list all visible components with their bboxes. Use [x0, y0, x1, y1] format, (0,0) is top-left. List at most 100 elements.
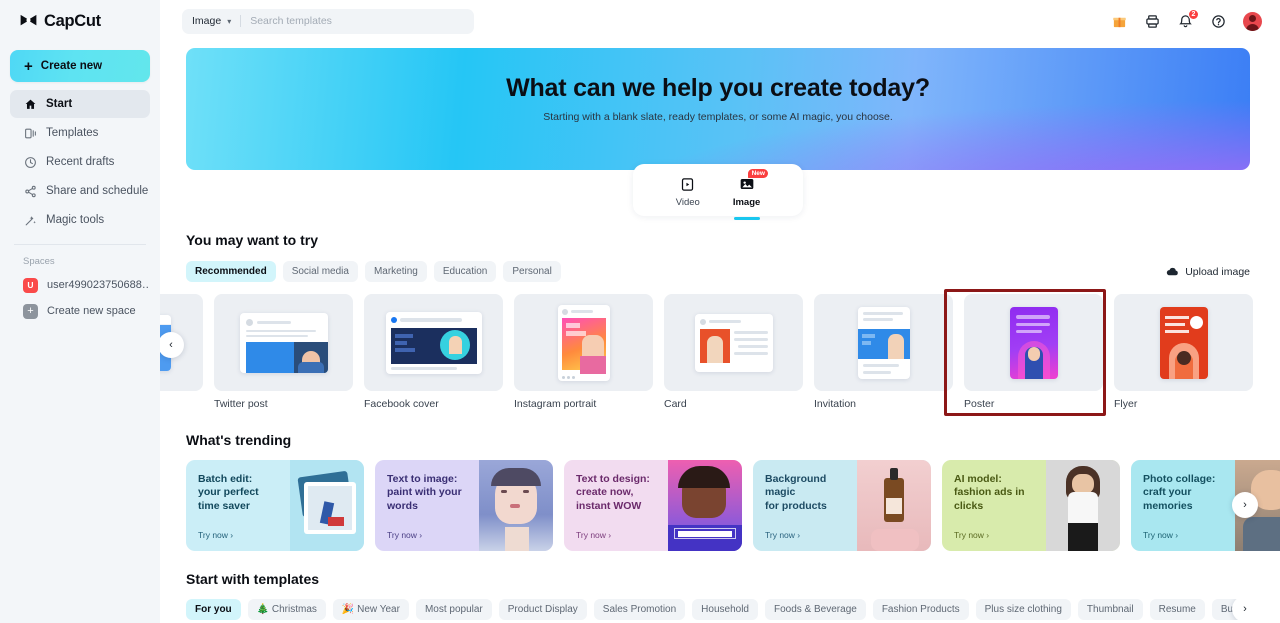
sidebar-item-start[interactable]: Start: [10, 90, 150, 118]
chip-personal[interactable]: Personal: [503, 261, 561, 282]
section-title: Start with templates: [186, 571, 320, 587]
chip-thumbnail[interactable]: Thumbnail: [1077, 599, 1143, 620]
brand-logo-area[interactable]: CapCut: [10, 0, 150, 42]
chip-most-popular[interactable]: Most popular: [415, 599, 492, 620]
main-content: Image ▾ Search templates 2 What can we h…: [160, 0, 1280, 623]
template-card-card[interactable]: Card: [664, 294, 803, 410]
create-new-button[interactable]: + Create new: [10, 50, 150, 82]
search-input[interactable]: Image ▾ Search templates: [182, 8, 474, 34]
chip-label: Marketing: [373, 266, 418, 277]
upload-label: Upload image: [1185, 265, 1250, 278]
chip-education[interactable]: Education: [433, 261, 497, 282]
tab-label: Video: [675, 196, 700, 208]
chip-recommended[interactable]: Recommended: [186, 261, 276, 282]
trending-track: Batch edit: your perfect time saver Try …: [186, 460, 1280, 551]
chip-marketing[interactable]: Marketing: [364, 261, 427, 282]
chip-christmas[interactable]: 🎄 Christmas: [247, 599, 326, 620]
trending-card-background-magic[interactable]: Background magic for products Try now ›: [753, 460, 931, 551]
chip-for-you[interactable]: For you: [186, 599, 241, 620]
sidebar-item-label: Start: [46, 98, 73, 110]
trending-cta[interactable]: Try now ›: [765, 530, 800, 540]
template-card-invitation[interactable]: Invitation: [814, 294, 953, 410]
create-new-space-button[interactable]: + Create new space: [10, 298, 150, 324]
capcut-logo-icon: [20, 14, 37, 26]
print-icon[interactable]: [1144, 13, 1161, 30]
help-icon[interactable]: [1210, 13, 1227, 30]
chip-new-year[interactable]: 🎉 New Year: [332, 599, 409, 620]
template-thumbnail[interactable]: [514, 294, 653, 391]
trending-card-text-to-image[interactable]: Text to image: paint with your words Try…: [375, 460, 553, 551]
trending-next-button[interactable]: ›: [1232, 492, 1258, 518]
template-card-instagram-portrait[interactable]: Instagram portrait: [514, 294, 653, 410]
chip-social-media[interactable]: Social media: [282, 261, 358, 282]
trending-card-batch-edit[interactable]: Batch edit: your perfect time saver Try …: [186, 460, 364, 551]
trending-title: AI model: fashion ads in clicks: [954, 473, 1025, 512]
template-thumbnail[interactable]: [364, 294, 503, 391]
spaces-title: Spaces: [23, 256, 55, 267]
section-title: You may want to try: [186, 232, 318, 248]
trending-cta[interactable]: Try now ›: [1143, 530, 1178, 540]
template-thumbnail[interactable]: [964, 294, 1103, 391]
template-label: Facebook cover: [364, 398, 439, 410]
page-title: What can we help you create today?: [506, 74, 930, 102]
trending-cta[interactable]: Try now ›: [576, 530, 611, 540]
template-thumbnail[interactable]: [664, 294, 803, 391]
chevron-down-icon[interactable]: ▾: [227, 17, 231, 26]
chip-resume[interactable]: Resume: [1149, 599, 1205, 620]
sidebar-item-templates[interactable]: Templates: [10, 119, 150, 147]
bell-icon[interactable]: 2: [1177, 8, 1199, 30]
chip-fashion-products[interactable]: Fashion Products: [872, 599, 969, 620]
plus-icon: +: [24, 57, 33, 75]
sidebar-item-recent-drafts[interactable]: Recent drafts: [10, 148, 150, 176]
trending-cta[interactable]: Try now ›: [198, 530, 233, 540]
chip-sales-promotion[interactable]: Sales Promotion: [593, 599, 686, 620]
trending-card-ai-model[interactable]: AI model: fashion ads in clicks Try now …: [942, 460, 1120, 551]
tab-video[interactable]: Video: [676, 173, 700, 208]
chip-label: Social media: [291, 266, 349, 277]
space-item-user[interactable]: U user499023750688…: [10, 272, 150, 298]
templates-icon: [23, 126, 37, 140]
brand-name: CapCut: [44, 11, 101, 30]
template-thumbnail[interactable]: [1114, 294, 1253, 391]
sidebar-item-label: Share and schedule: [46, 185, 149, 197]
template-thumbnail[interactable]: [814, 294, 953, 391]
trending-cta[interactable]: Try now ›: [954, 530, 989, 540]
top-actions: 2: [1111, 8, 1262, 31]
template-thumbnail[interactable]: [214, 294, 353, 391]
sidebar-item-magic-tools[interactable]: Magic tools: [10, 206, 150, 234]
chevron-left-icon: ‹: [169, 339, 173, 351]
space-label: Create new space: [47, 305, 136, 317]
new-badge: New: [748, 168, 769, 178]
gift-icon[interactable]: [1111, 13, 1128, 30]
tab-image[interactable]: New Image: [733, 168, 769, 208]
hero-banner: What can we help you create today? Start…: [186, 48, 1250, 216]
mode-tabs: Video New Image: [633, 164, 803, 216]
trending-card-text-to-design[interactable]: Text to design: create now, instant WOW …: [564, 460, 742, 551]
chip-product-display[interactable]: Product Display: [498, 599, 587, 620]
trending-image: [668, 460, 742, 551]
chip-household[interactable]: Household: [692, 599, 758, 620]
avatar[interactable]: [1243, 11, 1262, 31]
chip-label: Recommended: [195, 266, 267, 277]
chip-label: Personal: [512, 266, 552, 277]
chip-foods-beverage[interactable]: Foods & Beverage: [764, 599, 866, 620]
trending-carousel: Batch edit: your perfect time saver Try …: [186, 460, 1280, 551]
chip-label: Fashion Products: [881, 604, 960, 615]
template-card-flyer[interactable]: Flyer: [1114, 294, 1253, 410]
trending-image: [857, 460, 931, 551]
template-card-twitter-post[interactable]: Twitter post: [214, 294, 353, 410]
space-label: user499023750688…: [47, 279, 150, 291]
carousel-track: Twitter post Facebook cover Instagram po…: [160, 294, 1280, 410]
chips-next-button[interactable]: ›: [1232, 599, 1250, 620]
upload-image-button[interactable]: Upload image: [1160, 261, 1250, 282]
template-card-facebook-cover[interactable]: Facebook cover: [364, 294, 503, 410]
template-card-poster[interactable]: Poster: [964, 294, 1103, 410]
template-chips: For you 🎄 Christmas 🎉 New Year Most popu…: [186, 599, 1250, 620]
magic-wand-icon: [23, 213, 37, 227]
video-icon: [679, 176, 696, 193]
chip-label: Plus size clothing: [984, 604, 1062, 615]
chip-plus-size-clothing[interactable]: Plus size clothing: [975, 599, 1071, 620]
sidebar-item-share-and-schedule[interactable]: Share and schedule: [10, 177, 150, 205]
chip-label: 🎉 New Year: [341, 604, 400, 615]
trending-cta[interactable]: Try now ›: [387, 530, 422, 540]
